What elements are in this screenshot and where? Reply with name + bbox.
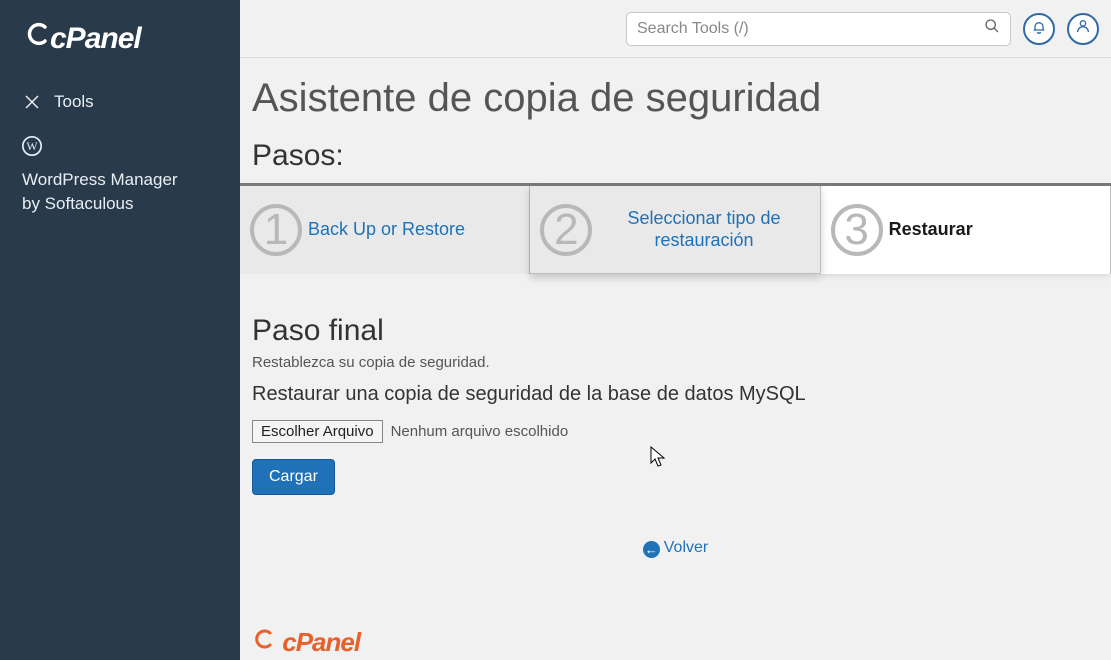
sidebar-item-label: Tools (54, 92, 94, 112)
logo-text: cPanel (50, 22, 141, 55)
cpanel-glyph-icon (24, 20, 52, 56)
step-number-icon: 2 (540, 204, 592, 256)
final-heading: Paso final (252, 314, 1099, 348)
topbar (240, 0, 1111, 58)
choose-file-button[interactable]: Escolher Arquivo (252, 420, 383, 443)
search-input[interactable] (637, 20, 984, 38)
user-icon (1075, 18, 1091, 39)
back-link[interactable]: ←Volver (643, 539, 708, 556)
back-link-text: Volver (664, 539, 708, 556)
step-number-icon: 1 (250, 204, 302, 256)
step-3[interactable]: 3 Restaurar (821, 186, 1111, 274)
page-title: Asistente de copia de seguridad (240, 76, 1111, 139)
wordpress-icon: W (22, 136, 42, 156)
tools-icon (22, 92, 42, 112)
step-number-icon: 3 (831, 204, 883, 256)
search-icon[interactable] (984, 18, 1000, 39)
sidebar: cPanel Tools W WordPress Manager by Soft… (0, 0, 240, 660)
sidebar-item-label: WordPress Manager by Softaculous (22, 168, 190, 216)
cpanel-logo: cPanel (0, 14, 240, 80)
user-account-button[interactable] (1067, 13, 1099, 45)
bell-icon (1031, 18, 1047, 39)
back-row: ←Volver (252, 539, 1099, 557)
svg-text:W: W (26, 140, 37, 153)
final-step-section: Paso final Restablezca su copia de segur… (240, 274, 1111, 557)
file-chooser-row: Escolher Arquivo Nenhum arquivo escolhid… (252, 420, 1099, 443)
step-label: Back Up or Restore (308, 219, 465, 241)
footer-logo-text: cPanel (282, 627, 360, 657)
notifications-button[interactable] (1023, 13, 1055, 45)
restore-subtitle: Restaurar una copia de seguridad de la b… (252, 383, 1099, 406)
wizard-steps: 1 Back Up or Restore 2 Seleccionar tipo … (240, 183, 1111, 274)
main-content: Asistente de copia de seguridad Pasos: 1… (240, 0, 1111, 660)
upload-button[interactable]: Cargar (252, 459, 335, 495)
sidebar-item-wordpress-manager[interactable]: W WordPress Manager by Softaculous (0, 124, 240, 228)
final-subtext: Restablezca su copia de seguridad. (252, 354, 1099, 371)
step-2[interactable]: 2 Seleccionar tipo de restauración (530, 186, 820, 274)
step-1[interactable]: 1 Back Up or Restore (240, 186, 530, 274)
steps-heading: Pasos: (240, 139, 1111, 183)
step-label: Restaurar (889, 219, 973, 241)
sidebar-item-tools[interactable]: Tools (0, 80, 240, 124)
cpanel-glyph-icon (252, 627, 282, 657)
file-status-text: Nenhum arquivo escolhido (391, 423, 569, 440)
search-tools[interactable] (626, 12, 1011, 46)
cpanel-footer-logo: cPanel (240, 627, 1111, 658)
step-label: Seleccionar tipo de restauración (598, 208, 809, 251)
page-body: Asistente de copia de seguridad Pasos: 1… (240, 58, 1111, 658)
arrow-left-circle-icon: ← (643, 541, 660, 558)
